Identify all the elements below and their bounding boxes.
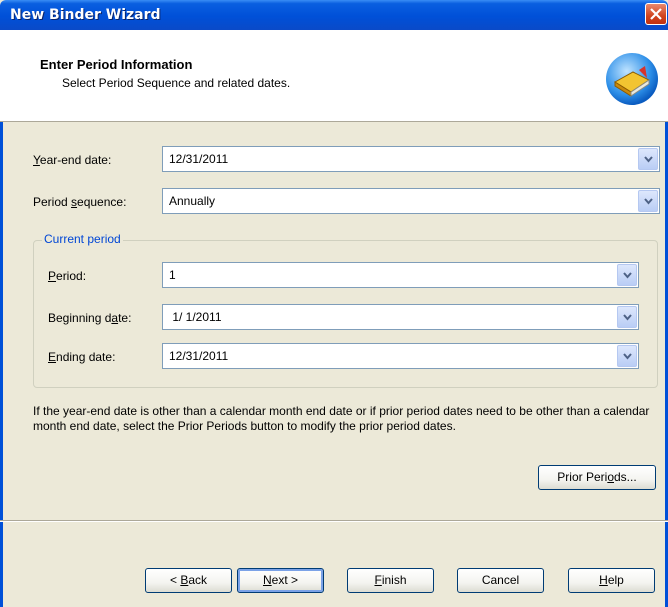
- beginning-date-dropdown-button[interactable]: [617, 306, 637, 328]
- next-button[interactable]: Next >: [237, 568, 324, 593]
- ending-date-combo[interactable]: 12/31/2011: [162, 343, 639, 369]
- chevron-down-icon: [644, 198, 653, 205]
- period-combo[interactable]: 1: [162, 262, 639, 288]
- period-sequence-dropdown-button[interactable]: [638, 190, 658, 212]
- chevron-down-icon: [644, 156, 653, 163]
- beginning-date-label: Beginning date:: [48, 311, 132, 325]
- back-button[interactable]: < Back: [145, 568, 232, 593]
- help-button[interactable]: Help: [568, 568, 655, 593]
- beginning-date-combo[interactable]: 1/ 1/2011: [162, 304, 639, 330]
- year-end-date-dropdown-button[interactable]: [638, 148, 658, 170]
- window-title: New Binder Wizard: [10, 7, 161, 23]
- header-subtitle: Select Period Sequence and related dates…: [62, 76, 291, 90]
- finish-button[interactable]: Finish: [347, 568, 434, 593]
- period-dropdown-button[interactable]: [617, 264, 637, 286]
- binder-book-icon: [606, 53, 658, 105]
- period-value: 1: [169, 268, 176, 282]
- prior-periods-button[interactable]: Prior Periods...: [538, 465, 656, 490]
- year-end-date-label: Year-end date:: [33, 153, 112, 167]
- period-sequence-combo[interactable]: Annually: [162, 188, 660, 214]
- beginning-date-value: 1/ 1/2011: [169, 310, 222, 324]
- period-label: Period:: [48, 269, 87, 283]
- prior-periods-info-text: If the year-end date is other than a cal…: [33, 404, 650, 433]
- chevron-down-icon: [623, 314, 632, 321]
- ending-date-value: 12/31/2011: [169, 349, 229, 363]
- ending-date-dropdown-button[interactable]: [617, 345, 637, 367]
- header-title: Enter Period Information: [40, 57, 193, 72]
- period-sequence-value: Annually: [169, 194, 216, 208]
- current-period-legend: Current period: [42, 232, 123, 246]
- button-separator-highlight: [0, 521, 668, 522]
- chevron-down-icon: [623, 272, 632, 279]
- year-end-date-combo[interactable]: 12/31/2011: [162, 146, 660, 172]
- chevron-down-icon: [623, 353, 632, 360]
- wizard-header: Enter Period Information Select Period S…: [0, 30, 668, 122]
- close-button[interactable]: [645, 3, 667, 25]
- cancel-button[interactable]: Cancel: [457, 568, 544, 593]
- period-sequence-label: Period sequence:: [33, 195, 127, 209]
- title-bar: New Binder Wizard: [0, 0, 668, 30]
- ending-date-label: Ending date:: [48, 350, 116, 364]
- close-icon: [650, 8, 662, 20]
- year-end-date-value: 12/31/2011: [169, 152, 229, 166]
